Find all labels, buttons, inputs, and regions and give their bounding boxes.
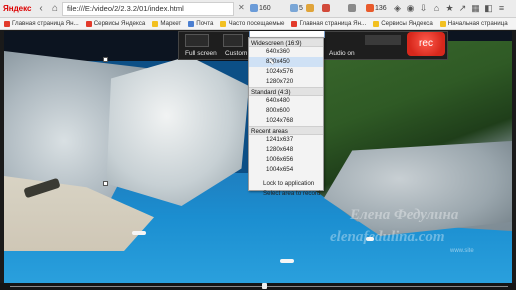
bookmark-item[interactable]: Маркет xyxy=(152,20,181,27)
bookmark-item[interactable]: Сервисы Яндекса xyxy=(373,20,433,27)
mouse-cursor-icon: ⬉ xyxy=(268,57,275,66)
dropdown-item[interactable]: 1004x654 xyxy=(249,165,323,175)
dropdown-item[interactable]: 1024x576 xyxy=(249,67,323,77)
playback-timeline[interactable] xyxy=(0,283,516,290)
bookmark-label: Главная страница Ян... xyxy=(299,20,367,27)
watermark-name: Елена Федулина xyxy=(350,207,459,223)
bookmark-item[interactable]: Почта xyxy=(188,20,213,27)
mail-icon xyxy=(250,4,258,12)
bookmark-item[interactable]: Начальная страница xyxy=(439,20,508,27)
yandex-icon xyxy=(4,20,10,27)
photo-boat xyxy=(280,259,294,263)
stat-mail[interactable]: 160 xyxy=(250,4,271,12)
bookmark-item[interactable]: Главная страница Ян... xyxy=(291,20,366,27)
home-icon[interactable]: ⌂ xyxy=(431,3,442,14)
stat-disk[interactable] xyxy=(348,4,356,12)
rec-button[interactable]: rec xyxy=(407,32,445,56)
bookmarks-bar: Главная страница Ян... Сервисы Яндекса М… xyxy=(0,18,516,30)
cloud-icon xyxy=(290,4,298,12)
dropdown-section-header: Widescreen (16:9) xyxy=(249,38,323,47)
bookmark-label: Почта xyxy=(196,20,214,27)
addon-icon[interactable]: ◧ xyxy=(483,3,494,14)
folder-icon xyxy=(306,4,314,12)
folder-icon xyxy=(439,20,446,27)
dropdown-item[interactable]: 880x450 xyxy=(249,57,323,67)
close-icon[interactable]: ✕ xyxy=(238,3,245,12)
folder-icon xyxy=(373,20,380,27)
disk-icon xyxy=(348,4,356,12)
bookmark-label: Начальная страница xyxy=(447,20,508,27)
watermark-small: www.site xyxy=(450,248,474,254)
dropdown-section-header: Recent areas xyxy=(249,126,323,135)
full-screen-button[interactable]: Full screen xyxy=(185,50,217,57)
area-size-dropdown: Widescreen (16:9) 640x360 880x450 1024x5… xyxy=(248,37,324,197)
menu-icon[interactable]: ≡ xyxy=(496,3,507,14)
dropdown-item[interactable]: 1280x720 xyxy=(249,77,323,87)
stat-value: 5 xyxy=(299,4,303,12)
addon-icon[interactable]: ▦ xyxy=(470,3,481,14)
bookmark-label: Маркет xyxy=(160,20,182,27)
yandex-icon xyxy=(85,20,92,27)
stat-folder[interactable] xyxy=(306,4,314,12)
bookmark-item[interactable]: Сервисы Яндекса xyxy=(85,20,146,27)
fullscreen-thumb[interactable] xyxy=(185,34,209,47)
dropdown-item[interactable]: 1280x648 xyxy=(249,145,323,155)
lock-to-application-item[interactable]: Lock to application xyxy=(249,179,323,189)
bookmark-label: Главная страница Ян... xyxy=(12,20,79,27)
dropdown-item[interactable]: 800x600 xyxy=(249,106,323,116)
share-icon[interactable]: ↗ xyxy=(457,3,468,14)
selection-handle[interactable] xyxy=(103,181,108,186)
bookmark-label: Сервисы Яндекса xyxy=(93,20,146,27)
home-icon[interactable]: ⌂ xyxy=(48,2,62,16)
select-area-item[interactable]: Select area to record xyxy=(249,189,323,199)
yandex-logo: Яндекс xyxy=(3,4,32,13)
bookmark-icon[interactable]: ★ xyxy=(444,3,455,14)
audio-button[interactable]: Audio on xyxy=(329,50,355,57)
bookmark-label: Сервисы Яндекса xyxy=(381,20,433,27)
timeline-knob[interactable] xyxy=(261,283,267,289)
dropdown-item[interactable]: 1024x768 xyxy=(249,116,323,126)
dropdown-item[interactable]: 1006x656 xyxy=(249,155,323,165)
dropdown-section-header: Standard (4:3) xyxy=(249,87,323,96)
stat-notifications[interactable]: 136 xyxy=(366,4,387,12)
custom-thumb[interactable] xyxy=(223,34,243,47)
shield-icon[interactable]: ◈ xyxy=(392,3,403,14)
back-icon[interactable]: ‹ xyxy=(34,2,48,16)
yandex-icon xyxy=(291,20,298,27)
timeline-track xyxy=(10,286,508,287)
dropdown-item[interactable]: 1241x637 xyxy=(249,135,323,145)
audio-level[interactable] xyxy=(365,35,401,45)
bookmark-item[interactable]: Часто посещаемые xyxy=(220,20,284,27)
bookmark-item[interactable]: Главная страница Ян... xyxy=(4,20,79,27)
firefox-icon[interactable]: ◉ xyxy=(405,3,416,14)
watermark-site: elenafedulina.com xyxy=(330,229,445,245)
cart-icon xyxy=(152,20,159,27)
photo-boat xyxy=(132,231,146,235)
page-content: Елена Федулина elenafedulina.com www.sit… xyxy=(0,31,516,290)
yandex-icon xyxy=(322,4,330,12)
stat-ya[interactable] xyxy=(322,4,330,12)
custom-button[interactable]: Custom xyxy=(225,50,247,57)
stat-value: 136 xyxy=(375,4,387,12)
stat-value: 160 xyxy=(259,4,271,12)
stat-weather[interactable]: 5 xyxy=(290,4,303,12)
selection-handle[interactable] xyxy=(103,57,108,62)
dropdown-item[interactable]: 640x480 xyxy=(249,96,323,106)
bell-icon xyxy=(366,4,374,12)
folder-icon xyxy=(220,20,227,27)
address-input[interactable]: file:///E:/video/2/2.3.2/01/index.html xyxy=(62,2,234,16)
download-icon[interactable]: ⇩ xyxy=(418,3,429,14)
bookmark-label: Часто посещаемые xyxy=(228,20,285,27)
mail-icon xyxy=(188,20,195,27)
dropdown-item[interactable]: 640x360 xyxy=(249,47,323,57)
